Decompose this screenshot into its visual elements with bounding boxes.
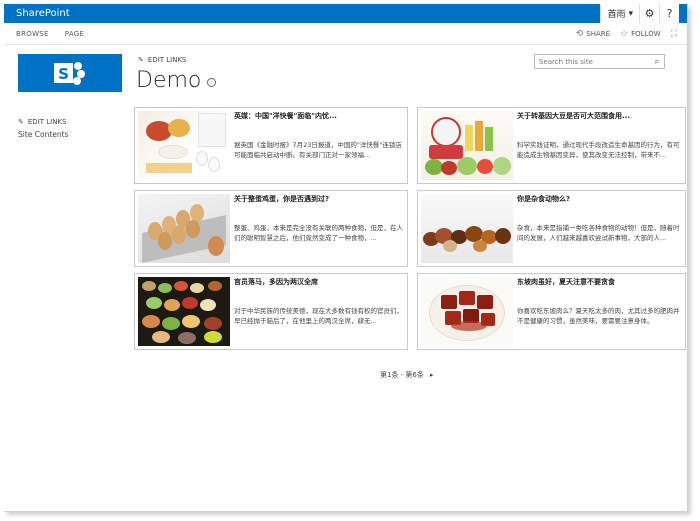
card-title[interactable]: 关于整蛋鸡蛋，你是否遇到过? xyxy=(234,195,404,213)
card-title[interactable]: 东坡肉虽好，夏天注意不要贪食 xyxy=(517,278,682,296)
suite-brand[interactable]: SharePoint xyxy=(16,8,70,19)
gear-icon[interactable]: ⚙ xyxy=(639,4,659,23)
suite-bar: SharePoint 酋雨 ▾ ⚙ ? xyxy=(4,4,687,23)
ribbon: BROWSE PAGE ⟲ SHARE ☆ FOLLOW ⛶ xyxy=(4,23,687,45)
svg-text:S: S xyxy=(58,65,69,83)
mixed-food-photo[interactable] xyxy=(421,194,513,263)
search-icon[interactable]: ⌕ xyxy=(650,55,664,68)
edit-links-left[interactable]: ✎ EDIT LINKS xyxy=(18,118,128,126)
card-text: 关于转基因大豆是否可大范围食用... 科学实践证明，通过现代手段改造生命基因的行… xyxy=(517,111,682,180)
card-description: 对于中华民族的传统美德，现在大多数有钱有权的官员们，早已经抛于脑后了，在他里上的… xyxy=(234,307,403,325)
page-title: Demo i xyxy=(136,68,217,93)
card-description: 杂食，本来是指捕一类吃各种食物的动物！但是，随着时间的发展，人们越来越喜欢尝试新… xyxy=(517,224,680,242)
card-title[interactable]: 官员落马，多因为两汉全席 xyxy=(234,278,404,296)
article-grid: 英媒：中国"洋快餐"面临"内忧... 据英国《金融时报》7月23日报道，中国的"… xyxy=(134,107,686,350)
card-description: 据英国《金融时报》7月23日报道，中国的"洋快餐"连锁店可能面临共启动中断。有关… xyxy=(234,141,402,159)
edit-links-top[interactable]: ✎ EDIT LINKS xyxy=(138,56,187,64)
focus-icon: ⛶ xyxy=(670,28,677,39)
card-title[interactable]: 你是杂食动物么? xyxy=(517,195,682,213)
suite-bar-right: 酋雨 ▾ ⚙ ? xyxy=(600,4,679,23)
ribbon-actions: ⟲ SHARE ☆ FOLLOW ⛶ xyxy=(576,29,677,39)
help-icon[interactable]: ? xyxy=(659,4,679,23)
search-input[interactable] xyxy=(535,57,650,66)
page-title-text: Demo xyxy=(136,68,202,93)
article-card[interactable]: 东坡肉虽好，夏天注意不要贪食 你喜欢吃东坡肉么？夏天吃太多的肉，尤其过多的肥肉并… xyxy=(417,273,686,350)
share-label: SHARE xyxy=(586,29,611,38)
follow-button[interactable]: ☆ FOLLOW xyxy=(620,29,661,39)
card-description: 科学实践证明，通过现代手段改造生命基因的行为，有可能造成生物基因变异，使其改变无… xyxy=(517,141,680,159)
user-menu[interactable]: 酋雨 ▾ xyxy=(600,4,639,23)
tab-page[interactable]: PAGE xyxy=(65,30,85,38)
card-text: 英媒：中国"洋快餐"面临"内忧... 据英国《金融时报》7月23日报道，中国的"… xyxy=(234,111,404,180)
star-icon: ☆ xyxy=(620,28,629,39)
info-icon[interactable]: i xyxy=(207,78,217,87)
card-description: 你喜欢吃东坡肉么？夏天吃太多的肉，尤其过多的肥肉并不是健康的习惯，虽然美味，要需… xyxy=(517,307,680,325)
share-button[interactable]: ⟲ SHARE xyxy=(576,29,610,39)
card-title[interactable]: 英媒：中国"洋快餐"面临"内忧... xyxy=(234,112,404,130)
article-card[interactable]: 关于整蛋鸡蛋，你是否遇到过? 整蛋、鸡蛋，本来是完全没有关联的两种食物，但是，在… xyxy=(134,190,408,267)
braised-pork-photo[interactable] xyxy=(421,277,513,346)
banquet-dishes-photo[interactable] xyxy=(138,277,230,346)
eggs-breakfast-photo[interactable] xyxy=(138,111,230,180)
card-text: 东坡肉虽好，夏天注意不要贪食 你喜欢吃东坡肉么？夏天吃太多的肉，尤其过多的肥肉并… xyxy=(517,277,682,346)
edit-links-left-label: EDIT LINKS xyxy=(27,118,67,126)
card-text: 你是杂食动物么? 杂食，本来是指捕一类吃各种食物的动物！但是，随着时间的发展，人… xyxy=(517,194,682,263)
card-text: 关于整蛋鸡蛋，你是否遇到过? 整蛋、鸡蛋，本来是完全没有关联的两种食物，但是，在… xyxy=(234,194,404,263)
site-search: ⌕ xyxy=(534,54,665,69)
article-card[interactable]: 关于转基因大豆是否可大范围食用... 科学实践证明，通过现代手段改造生命基因的行… xyxy=(417,107,686,184)
article-card[interactable]: 你是杂食动物么? 杂食，本来是指捕一类吃各种食物的动物！但是，随着时间的发展，人… xyxy=(417,190,686,267)
focus-button[interactable]: ⛶ xyxy=(671,29,677,39)
pencil-icon: ✎ xyxy=(138,56,144,64)
chevron-down-icon: ▾ xyxy=(628,8,633,19)
sharepoint-logo-icon: S xyxy=(54,62,85,85)
egg-carton-photo[interactable] xyxy=(138,194,230,263)
next-page-icon[interactable]: ▸ xyxy=(430,371,434,379)
nav-item-site-contents[interactable]: Site Contents xyxy=(18,130,128,139)
follow-label: FOLLOW xyxy=(631,29,661,38)
left-nav: ✎ EDIT LINKS Site Contents xyxy=(18,118,128,139)
pager-label: 第1条 - 第6条 xyxy=(380,371,424,379)
pencil-icon: ✎ xyxy=(18,118,24,126)
share-icon: ⟲ xyxy=(575,28,584,39)
card-title[interactable]: 关于转基因大豆是否可大范围食用... xyxy=(517,112,682,130)
fruit-vegetables-scale-photo[interactable] xyxy=(421,111,513,180)
article-card[interactable]: 英媒：中国"洋快餐"面临"内忧... 据英国《金融时报》7月23日报道，中国的"… xyxy=(134,107,408,184)
edit-links-label: EDIT LINKS xyxy=(147,56,187,64)
ribbon-tabs: BROWSE PAGE xyxy=(16,30,84,38)
card-text: 官员落马，多因为两汉全席 对于中华民族的传统美德，现在大多数有钱有权的官员们，早… xyxy=(234,277,404,346)
user-name: 酋雨 xyxy=(607,10,626,20)
pager: 第1条 - 第6条 ▸ xyxy=(380,370,433,380)
site-logo[interactable]: S xyxy=(18,54,122,92)
tab-browse[interactable]: BROWSE xyxy=(16,30,49,38)
browser-frame: SharePoint 酋雨 ▾ ⚙ ? BROWSE PAGE ⟲ SHARE … xyxy=(4,4,688,512)
article-card[interactable]: 官员落马，多因为两汉全席 对于中华民族的传统美德，现在大多数有钱有权的官员们，早… xyxy=(134,273,408,350)
card-description: 整蛋、鸡蛋，本来是完全没有关联的两种食物，但是，在人们的聪明智慧之后，他们竟然变… xyxy=(234,224,403,242)
